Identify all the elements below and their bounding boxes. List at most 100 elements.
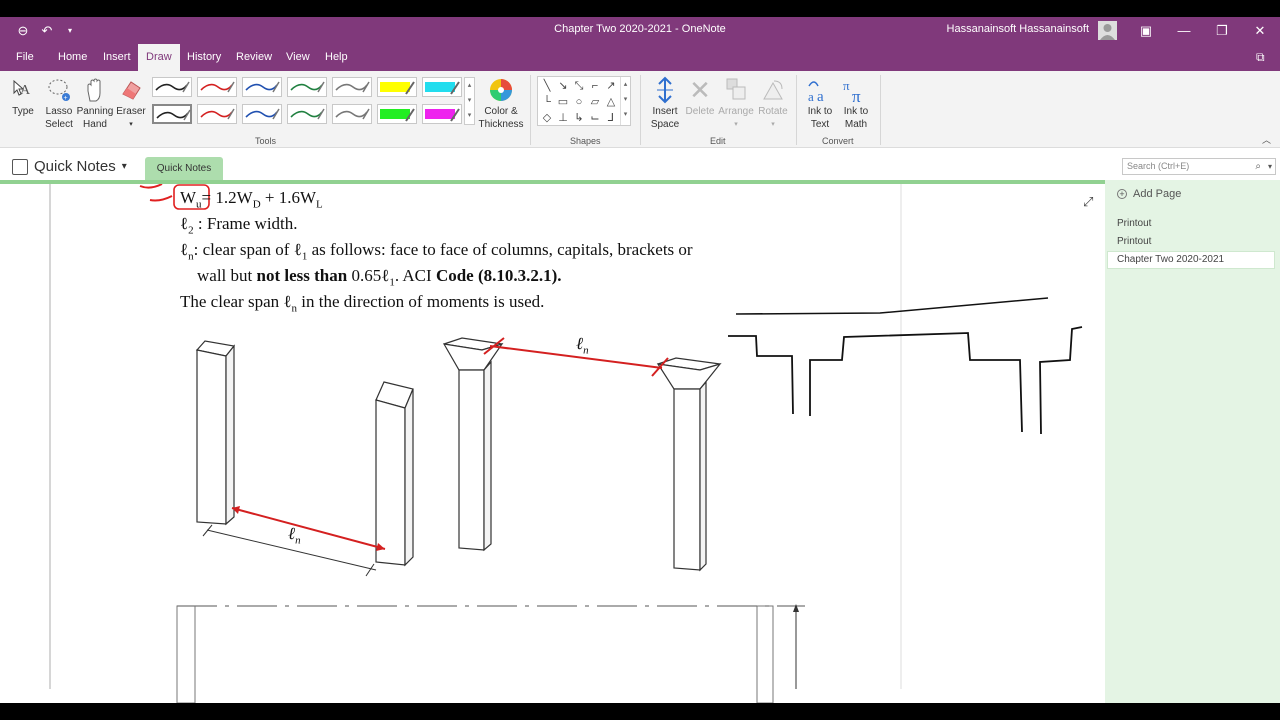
panning-hand-button[interactable]: Panning Hand bbox=[76, 75, 114, 131]
insert-space-button[interactable]: Insert Space bbox=[646, 75, 684, 131]
user-name[interactable]: Hassanainsoft Hassanainsoft bbox=[947, 23, 1089, 35]
circle-shape-icon[interactable]: ○ bbox=[572, 95, 586, 109]
color-thickness-button[interactable]: Color & Thickness bbox=[478, 75, 524, 131]
search-scope-dropdown-icon[interactable]: ▾ bbox=[1268, 159, 1272, 174]
minimize-icon[interactable]: — bbox=[1164, 17, 1204, 44]
arrow2-shape-icon[interactable]: ↗ bbox=[604, 79, 618, 93]
tools-group-label: Tools bbox=[255, 136, 277, 146]
lasso-select-button[interactable]: + Lasso Select bbox=[42, 75, 76, 131]
collapse-ribbon-icon[interactable]: ︿ bbox=[1262, 133, 1271, 146]
type-cursor-icon: A bbox=[6, 75, 40, 105]
expand-page-icon[interactable]: ⤢ bbox=[1083, 194, 1093, 210]
menu-tabs: File Home Insert Draw History Review Vie… bbox=[0, 44, 1280, 71]
ln-label-left: ℓn bbox=[288, 524, 301, 547]
ribbon-display-options-icon[interactable]: ▣ bbox=[1126, 17, 1166, 44]
eraser-icon bbox=[114, 75, 148, 105]
diamond-shape-icon[interactable]: ◇ bbox=[540, 111, 554, 125]
pen-swatch[interactable] bbox=[152, 77, 192, 97]
group-separator bbox=[640, 75, 641, 145]
tab-insert[interactable]: Insert bbox=[95, 44, 139, 71]
rectangle-shape-icon[interactable]: ▭ bbox=[556, 95, 570, 109]
axis4-shape-icon[interactable]: ⌙ bbox=[588, 111, 602, 125]
arrange-button[interactable]: Arrange ▾ bbox=[716, 75, 756, 131]
hand-icon bbox=[76, 75, 114, 105]
pen-swatch[interactable] bbox=[422, 77, 462, 97]
pen-swatch[interactable] bbox=[152, 104, 192, 124]
letterbox-bottom bbox=[0, 703, 1280, 720]
tab-help[interactable]: Help bbox=[317, 44, 356, 71]
column-capital-left bbox=[442, 337, 504, 552]
delete-button[interactable]: ✕ Delete bbox=[684, 75, 716, 118]
add-icon: + bbox=[1117, 189, 1127, 199]
column-left bbox=[195, 340, 236, 526]
pen-swatch[interactable] bbox=[242, 104, 282, 124]
eraser-button[interactable]: Eraser ▾ bbox=[114, 75, 148, 131]
notebook-icon bbox=[12, 158, 28, 175]
pen-swatch[interactable] bbox=[422, 104, 462, 124]
type-tool-button[interactable]: A Type bbox=[6, 75, 40, 118]
chevron-down-icon: ▾ bbox=[121, 161, 127, 172]
pen-swatch[interactable] bbox=[332, 104, 372, 124]
rotate-dropdown-icon[interactable]: ▾ bbox=[756, 118, 790, 131]
axis2-shape-icon[interactable]: ⊥ bbox=[556, 111, 570, 125]
share-icon[interactable]: ⧉ bbox=[1256, 50, 1265, 65]
svg-text:a: a bbox=[817, 89, 824, 104]
svg-text:A: A bbox=[20, 83, 31, 98]
axis-shape-icon[interactable]: ⌐ bbox=[588, 79, 602, 93]
arrange-dropdown-icon[interactable]: ▾ bbox=[716, 118, 756, 131]
triangle-shape-icon[interactable]: △ bbox=[604, 95, 618, 109]
add-page-button[interactable]: + Add Page bbox=[1117, 188, 1181, 200]
tab-home[interactable]: Home bbox=[50, 44, 95, 71]
palette-icon bbox=[478, 75, 524, 105]
axis5-shape-icon[interactable]: ⅃ bbox=[604, 111, 618, 125]
direction-line: The clear span ℓn in the direction of mo… bbox=[180, 292, 545, 315]
pen-swatch[interactable] bbox=[242, 77, 282, 97]
rotate-icon bbox=[756, 75, 790, 105]
arrange-icon bbox=[716, 75, 756, 105]
ink-to-math-button[interactable]: ππ Ink to Math bbox=[838, 75, 874, 131]
shapes-gallery: ╲ ↘ ⤡ ⌐ ↗ └ ▭ ○ ▱ △ ◇ ⊥ ↳ ⌙ ⅃ ▴ ▾ ▾ bbox=[537, 76, 631, 126]
delete-x-icon: ✕ bbox=[689, 74, 711, 105]
ink-to-text-icon: aa bbox=[802, 75, 838, 105]
tab-file[interactable]: File bbox=[8, 44, 42, 71]
tab-review[interactable]: Review bbox=[228, 44, 280, 71]
tab-history[interactable]: History bbox=[179, 44, 229, 71]
arrow-shape-icon[interactable]: ↘ bbox=[556, 79, 570, 93]
frame-width-line: ℓ2 : Frame width. bbox=[180, 214, 298, 237]
ink-to-text-button[interactable]: aa Ink to Text bbox=[802, 75, 838, 131]
tab-view[interactable]: View bbox=[278, 44, 318, 71]
pen-swatch[interactable] bbox=[377, 104, 417, 124]
pen-swatch[interactable] bbox=[287, 104, 327, 124]
double-arrow-shape-icon[interactable]: ⤡ bbox=[572, 79, 586, 93]
page-item-printout-2[interactable]: Printout bbox=[1117, 236, 1151, 247]
pen-swatch[interactable] bbox=[377, 77, 417, 97]
rotate-button[interactable]: Rotate ▾ bbox=[756, 75, 790, 131]
eraser-dropdown-icon[interactable]: ▾ bbox=[114, 118, 148, 131]
tab-draw[interactable]: Draw bbox=[138, 44, 180, 71]
pen-swatch[interactable] bbox=[197, 104, 237, 124]
notebook-selector[interactable]: Quick Notes ▾ bbox=[12, 158, 127, 175]
pen-swatch[interactable] bbox=[197, 77, 237, 97]
restore-icon[interactable]: ❐ bbox=[1202, 17, 1242, 44]
convert-group-label: Convert bbox=[822, 136, 854, 146]
shapes-scroll[interactable]: ▴ ▾ ▾ bbox=[620, 77, 630, 125]
search-icon[interactable]: ⌕ bbox=[1255, 159, 1261, 174]
parallelogram-shape-icon[interactable]: ▱ bbox=[588, 95, 602, 109]
column-capital-right bbox=[656, 357, 722, 572]
draw-ribbon: A Type + Lasso Select Panning Hand Erase… bbox=[0, 71, 1280, 148]
section-tab-quick-notes[interactable]: Quick Notes bbox=[145, 157, 223, 181]
axis3-shape-icon[interactable]: ↳ bbox=[572, 111, 586, 125]
graph-shape-icon[interactable]: └ bbox=[540, 95, 554, 109]
line-shape-icon[interactable]: ╲ bbox=[540, 79, 554, 93]
page-item-chapter-two[interactable]: Chapter Two 2020-2021 bbox=[1117, 254, 1224, 265]
pen-swatch[interactable] bbox=[287, 77, 327, 97]
close-icon[interactable]: ✕ bbox=[1240, 17, 1280, 44]
search-input[interactable]: Search (Ctrl+E) ⌕ ▾ bbox=[1122, 158, 1276, 175]
pen-gallery-scroll[interactable]: ▴ ▾ ▾ bbox=[464, 77, 475, 125]
page-canvas[interactable]: Wu= 1.2WD + 1.6WL ℓ2 : Frame width. ℓn: … bbox=[0, 184, 1105, 703]
pen-swatch[interactable] bbox=[332, 77, 372, 97]
column-right bbox=[375, 381, 414, 567]
user-avatar-icon[interactable] bbox=[1098, 21, 1117, 40]
page-item-printout-1[interactable]: Printout bbox=[1117, 218, 1151, 229]
pi-icon: ππ bbox=[838, 75, 874, 105]
